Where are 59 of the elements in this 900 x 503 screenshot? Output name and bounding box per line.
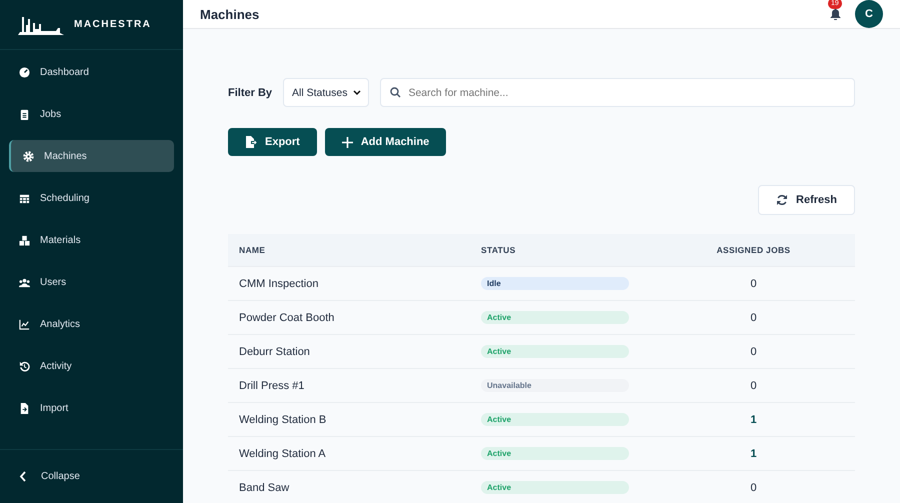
column-header: ASSIGNED JOBS <box>652 234 855 266</box>
status-badge: Active <box>481 413 629 426</box>
search-field[interactable]: Search for machine... <box>380 78 855 107</box>
sidebar-item[interactable]: Analytics <box>9 308 174 340</box>
chevron-down-icon <box>353 90 362 96</box>
sidebar-item[interactable]: Dashboard <box>9 56 174 88</box>
boxes-icon <box>19 234 30 246</box>
brand-name: MACHESTRA <box>74 19 152 30</box>
column-header: STATUS <box>480 234 652 266</box>
file-icon <box>19 402 30 414</box>
sidebar-item[interactable]: Users <box>9 266 174 298</box>
table-cell: CMM Inspection <box>228 266 480 300</box>
chevron-left-icon <box>19 470 27 482</box>
filter-label: Filter By <box>228 86 272 98</box>
history-icon <box>19 360 30 372</box>
status-dropdown[interactable]: All Statuses <box>283 78 370 107</box>
sidebar-item[interactable]: Import <box>9 392 174 424</box>
table-cell: Powder Coat Booth <box>228 300 480 334</box>
status-badge: Idle <box>481 277 629 290</box>
page-title: Machines <box>200 6 260 22</box>
export-button[interactable]: Export <box>228 128 317 156</box>
table-cell: 0 <box>652 368 855 402</box>
status-badge: Active <box>481 447 629 460</box>
sidebar-item[interactable]: Scheduling <box>9 182 174 214</box>
status-badge: Active <box>481 345 629 358</box>
table-cell: 1 <box>652 436 855 470</box>
status-badge: Unavailable <box>481 379 629 392</box>
sidebar-item[interactable]: Jobs <box>9 98 174 130</box>
table-cell: Deburr Station <box>228 334 480 368</box>
gauge-icon <box>19 66 30 78</box>
table-cell: 0 <box>652 300 855 334</box>
table-cell: Drill Press #1 <box>228 368 480 402</box>
add-machine-button[interactable]: Add Machine <box>324 128 446 156</box>
column-header: NAME <box>228 234 480 266</box>
table-cell: 1 <box>652 402 855 436</box>
gear-icon <box>23 150 34 162</box>
table-cell: Band Saw <box>228 470 480 503</box>
table-cell: 0 <box>652 470 855 503</box>
collapse-button[interactable]: Collapse <box>9 460 90 492</box>
status-badge: Active <box>481 481 629 494</box>
file-export-icon <box>245 136 257 148</box>
chart-icon <box>19 318 30 330</box>
refresh-icon <box>776 194 788 206</box>
user-avatar[interactable]: C <box>855 0 883 28</box>
table-cell: Welding Station A <box>228 436 480 470</box>
calendar-icon <box>19 192 30 204</box>
table-cell: 0 <box>652 334 855 368</box>
sidebar-item[interactable]: Materials <box>9 224 174 256</box>
clipboard-icon <box>19 108 30 120</box>
bell-icon[interactable] <box>830 8 841 20</box>
refresh-button[interactable]: Refresh <box>758 185 855 215</box>
sidebar-item[interactable]: Machines <box>9 140 174 172</box>
plus-icon <box>342 136 353 148</box>
status-badge: Active <box>481 311 629 324</box>
table-cell: Welding Station B <box>228 402 480 436</box>
sidebar-item[interactable]: Activity <box>9 350 174 382</box>
table-cell: 0 <box>652 266 855 300</box>
factory-logo-icon <box>18 14 64 34</box>
users-icon <box>19 276 30 288</box>
